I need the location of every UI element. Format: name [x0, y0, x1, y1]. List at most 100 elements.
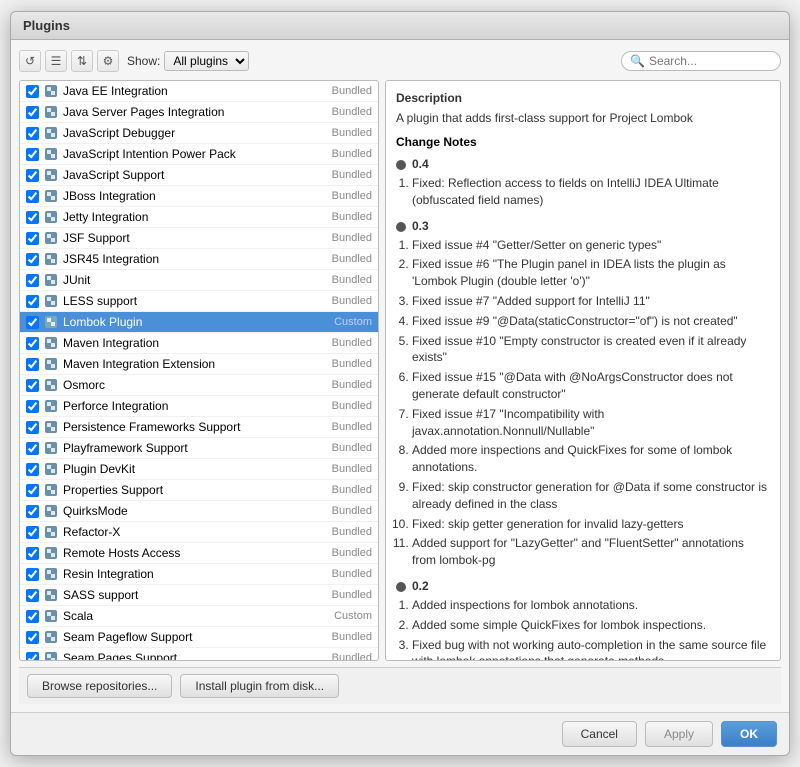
plugin-type: Bundled	[332, 295, 372, 307]
change-notes-title: Change Notes	[396, 135, 770, 149]
plugin-list[interactable]: Java EE IntegrationBundled Java Server P…	[20, 81, 378, 660]
plugin-checkbox[interactable]	[26, 442, 39, 455]
plugin-checkbox[interactable]	[26, 631, 39, 644]
list-item[interactable]: JSF SupportBundled	[20, 228, 378, 249]
plugin-type: Bundled	[332, 421, 372, 433]
plugin-checkbox[interactable]	[26, 652, 39, 661]
list-item[interactable]: Remote Hosts AccessBundled	[20, 543, 378, 564]
plugin-checkbox[interactable]	[26, 295, 39, 308]
plugin-checkbox[interactable]	[26, 526, 39, 539]
change-list-item: Fixed issue #10 "Empty constructor is cr…	[412, 333, 770, 367]
change-list-item: Fixed issue #7 "Added support for Intell…	[412, 293, 770, 310]
plugin-checkbox[interactable]	[26, 505, 39, 518]
change-list-item: Fixed issue #17 "Incompatibility with ja…	[412, 406, 770, 440]
show-select[interactable]: All plugins Enabled Disabled Bundled Cus…	[164, 51, 249, 71]
list-item[interactable]: LESS support Bundled	[20, 291, 378, 312]
list-item[interactable]: JavaScript Intention Power PackBundled	[20, 144, 378, 165]
list-item[interactable]: Playframework SupportBundled	[20, 438, 378, 459]
list-item[interactable]: Seam Pages SupportBundled	[20, 648, 378, 660]
list-item[interactable]: JSR45 IntegrationBundled	[20, 249, 378, 270]
plugin-checkbox[interactable]	[26, 316, 39, 329]
plugin-checkbox[interactable]	[26, 610, 39, 623]
plugin-name: JSF Support	[63, 231, 328, 245]
plugin-type: Bundled	[332, 169, 372, 181]
plugin-icon	[43, 419, 59, 435]
sort-button[interactable]: ⇅	[71, 50, 93, 72]
description-title: Description	[396, 91, 770, 105]
apply-button[interactable]: Apply	[645, 721, 713, 747]
list-item[interactable]: Seam Pageflow SupportBundled	[20, 627, 378, 648]
plugin-name: Lombok Plugin	[63, 315, 330, 329]
list-item[interactable]: Plugin DevKit Bundled	[20, 459, 378, 480]
settings-button[interactable]: ⚙	[97, 50, 119, 72]
change-list-item: Fixed issue #6 "The Plugin panel in IDEA…	[412, 256, 770, 290]
plugin-name: LESS support	[63, 294, 328, 308]
plugin-name: Maven Integration Extension	[63, 357, 328, 371]
list-item[interactable]: Java Server Pages IntegrationBundled	[20, 102, 378, 123]
plugin-checkbox[interactable]	[26, 337, 39, 350]
list-view-button[interactable]: ☰	[45, 50, 67, 72]
plugin-checkbox[interactable]	[26, 211, 39, 224]
list-item[interactable]: JavaScript SupportBundled	[20, 165, 378, 186]
list-item[interactable]: Lombok PluginCustom	[20, 312, 378, 333]
cancel-button[interactable]: Cancel	[562, 721, 637, 747]
plugin-checkbox[interactable]	[26, 400, 39, 413]
plugin-checkbox[interactable]	[26, 85, 39, 98]
plugin-checkbox[interactable]	[26, 127, 39, 140]
plugin-checkbox[interactable]	[26, 253, 39, 266]
plugin-checkbox[interactable]	[26, 484, 39, 497]
list-item[interactable]: Maven IntegrationBundled	[20, 333, 378, 354]
plugin-name: Plugin DevKit	[63, 462, 328, 476]
ok-button[interactable]: OK	[721, 721, 777, 747]
plugin-checkbox[interactable]	[26, 421, 39, 434]
list-item[interactable]: Properties SupportBundled	[20, 480, 378, 501]
list-item[interactable]: Java EE IntegrationBundled	[20, 81, 378, 102]
plugin-type: Bundled	[332, 631, 372, 643]
plugin-checkbox[interactable]	[26, 232, 39, 245]
list-item[interactable]: Resin IntegrationBundled	[20, 564, 378, 585]
plugin-checkbox[interactable]	[26, 379, 39, 392]
plugin-type: Bundled	[332, 148, 372, 160]
refresh-button[interactable]: ↺	[19, 50, 41, 72]
version-dot	[396, 582, 406, 592]
list-item[interactable]: Persistence Frameworks SupportBundled	[20, 417, 378, 438]
plugin-name: Playframework Support	[63, 441, 328, 455]
plugin-icon	[43, 377, 59, 393]
list-item[interactable]: JavaScript DebuggerBundled	[20, 123, 378, 144]
plugin-checkbox[interactable]	[26, 358, 39, 371]
list-item[interactable]: JUnitBundled	[20, 270, 378, 291]
plugin-icon	[43, 188, 59, 204]
plugin-name: JUnit	[63, 273, 328, 287]
list-item[interactable]: JBoss IntegrationBundled	[20, 186, 378, 207]
plugin-checkbox[interactable]	[26, 463, 39, 476]
search-input[interactable]	[649, 54, 772, 68]
change-list-item: Added support for "LazyGetter" and "Flue…	[412, 535, 770, 569]
version-bullet: 0.2	[396, 579, 770, 593]
install-from-disk-button[interactable]: Install plugin from disk...	[180, 674, 339, 698]
list-item[interactable]: Maven Integration ExtensionBundled	[20, 354, 378, 375]
list-item[interactable]: Jetty IntegrationBundled	[20, 207, 378, 228]
change-list-item: Fixed: skip getter generation for invali…	[412, 516, 770, 533]
browse-repositories-button[interactable]: Browse repositories...	[27, 674, 172, 698]
dialog-title: Plugins	[11, 12, 789, 40]
plugin-checkbox[interactable]	[26, 568, 39, 581]
list-item[interactable]: SASS supportBundled	[20, 585, 378, 606]
change-list-item: Fixed issue #9 "@Data(staticConstructor=…	[412, 313, 770, 330]
plugin-icon	[43, 335, 59, 351]
list-item[interactable]: QuirksModeBundled	[20, 501, 378, 522]
plugin-checkbox[interactable]	[26, 169, 39, 182]
plugin-checkbox[interactable]	[26, 190, 39, 203]
plugin-name: Java Server Pages Integration	[63, 105, 328, 119]
plugin-checkbox[interactable]	[26, 106, 39, 119]
list-item[interactable]: OsmorcBundled	[20, 375, 378, 396]
plugin-checkbox[interactable]	[26, 148, 39, 161]
list-item[interactable]: Refactor-XBundled	[20, 522, 378, 543]
list-item[interactable]: Perforce IntegrationBundled	[20, 396, 378, 417]
plugin-checkbox[interactable]	[26, 547, 39, 560]
plugin-name: JBoss Integration	[63, 189, 328, 203]
plugin-checkbox[interactable]	[26, 274, 39, 287]
plugin-type: Bundled	[332, 463, 372, 475]
list-item[interactable]: ScalaCustom	[20, 606, 378, 627]
change-list-item: Added more inspections and QuickFixes fo…	[412, 442, 770, 476]
plugin-checkbox[interactable]	[26, 589, 39, 602]
